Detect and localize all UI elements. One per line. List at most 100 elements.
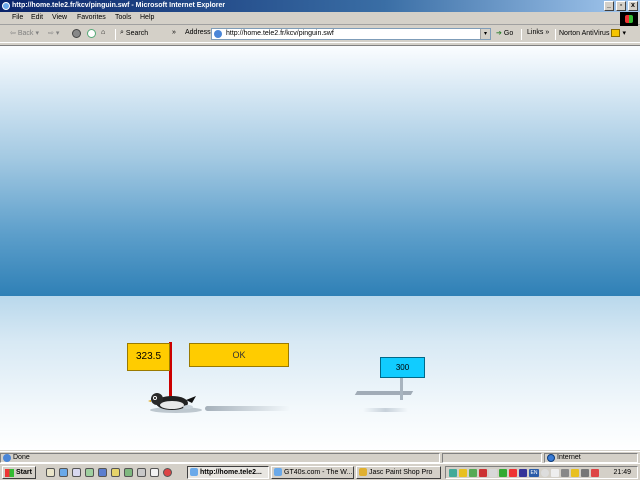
ok-button[interactable]: OK (189, 343, 289, 367)
menu-view[interactable]: View (52, 14, 67, 21)
outlook-quicklaunch-icon[interactable] (72, 468, 81, 477)
taskbar-item-paint-shop-pro[interactable]: Jasc Paint Shop Pro (356, 466, 441, 479)
tray-icon[interactable] (469, 469, 477, 477)
windows-flag-icon (5, 469, 14, 477)
links-chevron-icon: » (545, 29, 550, 36)
taskbar-clock[interactable]: 21:49 (613, 468, 631, 478)
address-label: Address (185, 29, 211, 36)
ie-icon (274, 468, 282, 476)
tray-icon[interactable] (449, 469, 457, 477)
menu-bar: File Edit View Favorites Tools Help (0, 12, 640, 25)
flash-content-area[interactable]: 300 323.5 OK (0, 45, 640, 450)
minimize-button[interactable]: _ (604, 1, 614, 11)
language-indicator[interactable]: EN (529, 469, 539, 477)
forward-arrow-icon: ⇨ (48, 30, 54, 37)
address-dropdown-icon[interactable]: ▾ (480, 29, 490, 39)
app-quicklaunch-icon[interactable] (163, 468, 172, 477)
tray-icon[interactable] (519, 469, 527, 477)
toolbar-separator (115, 29, 116, 40)
tray-icon[interactable] (479, 469, 487, 477)
status-empty-panel (442, 453, 542, 463)
toolbar-separator (555, 29, 556, 40)
links-button[interactable]: Links » (527, 29, 549, 36)
go-button[interactable]: ➔ Go (496, 29, 513, 38)
status-text: Done (13, 454, 30, 461)
forward-button[interactable]: ⇨ ▾ (48, 29, 59, 37)
record-sign-pole (400, 378, 403, 400)
close-button[interactable]: x (628, 1, 638, 11)
record-sign-shadow (354, 391, 414, 395)
tray-icon[interactable] (499, 469, 507, 477)
chevron-down-icon: ▾ (55, 30, 60, 37)
tray-icon[interactable] (509, 469, 517, 477)
taskbar: Start http://home.tele2... GT40s.com - T… (0, 463, 640, 480)
toolbar: ⇦ Back ▾ ⇨ ▾ ⌂ ⌕ Search » Address http:/… (0, 26, 640, 43)
chevron-down-icon: ▾ (35, 30, 39, 37)
refresh-icon (87, 29, 96, 38)
snow-ground (0, 296, 640, 450)
menu-favorites[interactable]: Favorites (77, 14, 106, 21)
window-title: http://home.tele2.fr/kcv/pinguin.swf - M… (12, 2, 226, 9)
status-bar: Done Internet (0, 451, 640, 463)
internet-globe-icon (547, 454, 555, 462)
chevron-down-icon: ▾ (622, 30, 626, 37)
page-done-icon (3, 454, 11, 462)
windows-logo-icon (620, 12, 638, 26)
app-quicklaunch-icon[interactable] (98, 468, 107, 477)
maximize-button[interactable]: ▫ (616, 1, 626, 11)
search-icon: ⌕ (120, 29, 124, 36)
page-icon (214, 30, 222, 38)
tray-icon[interactable] (459, 469, 467, 477)
refresh-button[interactable] (87, 29, 96, 38)
norton-antivirus-button[interactable]: Norton AntiVirus ▾ (559, 29, 626, 37)
tray-icon[interactable] (541, 469, 549, 477)
search-button[interactable]: ⌕ Search (120, 29, 148, 37)
sky-background (0, 46, 640, 296)
slide-trail (205, 406, 290, 411)
tray-icon[interactable] (551, 469, 559, 477)
address-value: http://home.tele2.fr/kcv/pinguin.swf (226, 30, 334, 37)
tray-icon[interactable] (591, 469, 599, 477)
menu-file[interactable]: File (12, 14, 23, 21)
ie-icon (2, 2, 10, 10)
slide-trail (363, 408, 408, 412)
window-title-bar[interactable]: http://home.tele2.fr/kcv/pinguin.swf - M… (0, 0, 640, 12)
back-arrow-icon: ⇦ (10, 30, 16, 37)
app-quicklaunch-icon[interactable] (150, 468, 159, 477)
status-text-panel: Done (0, 453, 440, 463)
record-distance-sign: 300 (380, 357, 425, 378)
toolbar-separator (521, 29, 522, 40)
ie-icon (190, 468, 198, 476)
back-button[interactable]: ⇦ Back ▾ (10, 29, 39, 38)
paint-shop-pro-icon (359, 468, 367, 476)
toolbar-overflow-chevron-icon[interactable]: » (172, 29, 176, 36)
taskbar-item-gt40s[interactable]: GT40s.com - The W... (271, 466, 354, 479)
show-desktop-icon[interactable] (46, 468, 55, 477)
app-quicklaunch-icon[interactable] (137, 468, 146, 477)
menu-edit[interactable]: Edit (31, 14, 43, 21)
penguin-sprite (148, 393, 202, 413)
start-button[interactable]: Start (2, 466, 36, 479)
security-zone-label: Internet (557, 454, 581, 461)
home-button[interactable]: ⌂ (101, 29, 105, 36)
norton-icon (611, 29, 621, 37)
security-zone-panel: Internet (544, 453, 638, 463)
tray-icon[interactable] (571, 469, 579, 477)
go-arrow-icon: ➔ (496, 30, 502, 37)
app-quicklaunch-icon[interactable] (111, 468, 120, 477)
app-quicklaunch-icon[interactable] (124, 468, 133, 477)
menu-help[interactable]: Help (140, 14, 154, 21)
stop-button[interactable] (72, 29, 81, 38)
tray-icon[interactable] (561, 469, 569, 477)
score-distance-sign: 323.5 (127, 343, 170, 371)
address-input[interactable]: http://home.tele2.fr/kcv/pinguin.swf ▾ (211, 28, 491, 40)
home-icon: ⌂ (101, 29, 106, 36)
taskbar-item-ie[interactable]: http://home.tele2... (187, 466, 269, 479)
menu-tools[interactable]: Tools (115, 14, 131, 21)
tray-icon[interactable] (489, 469, 497, 477)
stop-icon (72, 29, 81, 38)
volume-icon[interactable] (581, 469, 589, 477)
ie-quicklaunch-icon[interactable] (59, 468, 68, 477)
app-quicklaunch-icon[interactable] (85, 468, 94, 477)
system-tray: EN 21:49 (445, 466, 638, 479)
